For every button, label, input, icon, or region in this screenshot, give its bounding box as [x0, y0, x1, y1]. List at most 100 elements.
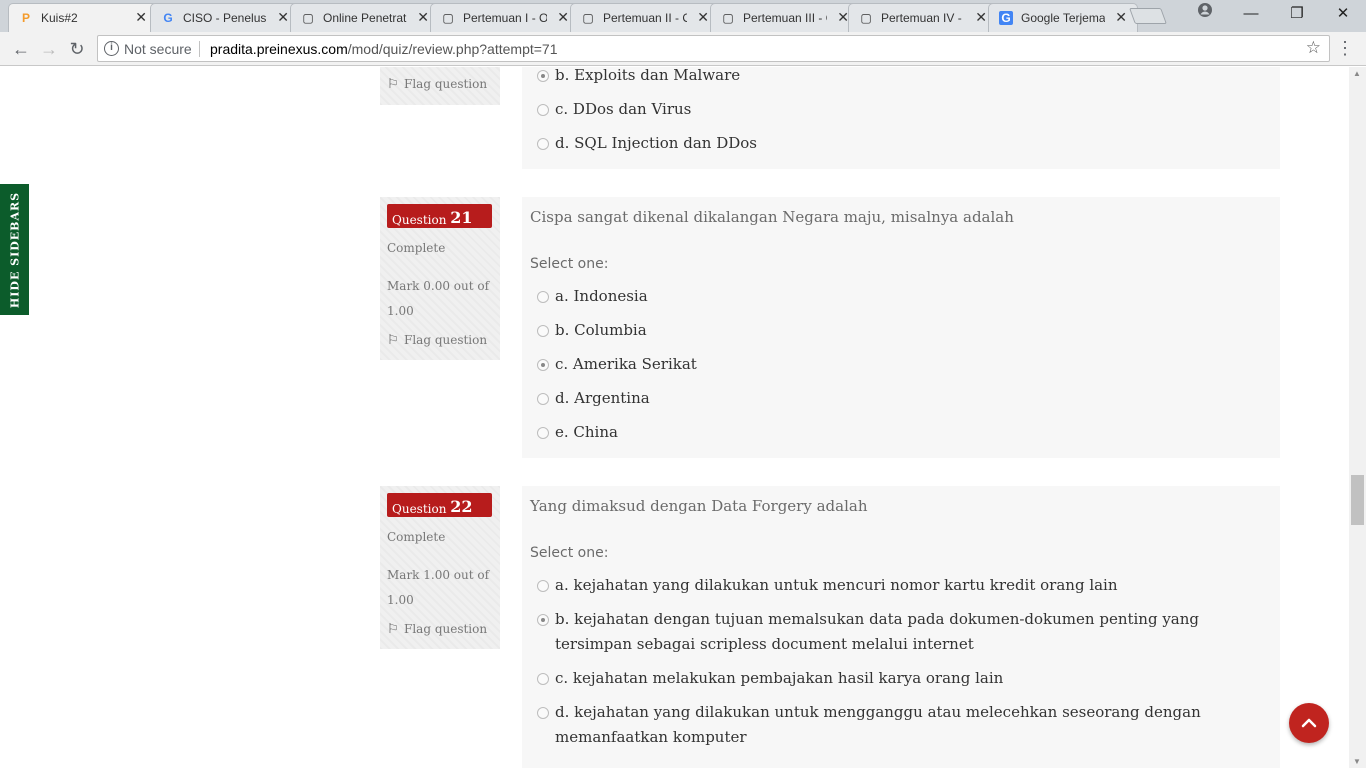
- browser-tab[interactable]: ▢ Online Penetration ✕: [290, 3, 440, 32]
- question-text: Cispa sangat dikenal dikalangan Negara m…: [530, 208, 1014, 226]
- divider: [199, 41, 200, 57]
- forward-icon[interactable]: →: [36, 36, 62, 62]
- option-text: b. Exploits dan Malware: [555, 67, 741, 84]
- flag-question-link[interactable]: ⚐ Flag question: [387, 77, 487, 92]
- hide-sidebars-button[interactable]: HIDE SIDEBARS: [0, 184, 29, 315]
- close-icon[interactable]: ✕: [975, 9, 987, 26]
- flag-label: Flag question: [404, 333, 488, 347]
- radio-button[interactable]: [537, 427, 549, 439]
- option-text: c. DDos dan Virus: [555, 100, 692, 118]
- option-text: d. Argentina: [555, 389, 650, 407]
- tab-title: Pertemuan I - Online: [463, 11, 547, 25]
- flag-question-link[interactable]: ⚐ Flag question: [387, 622, 487, 637]
- question-state: Complete: [387, 241, 446, 255]
- close-icon[interactable]: ✕: [557, 9, 569, 26]
- address-bar[interactable]: i Not secure pradita.preinexus.com/mod/q…: [97, 35, 1330, 62]
- option-text: c. Amerika Serikat: [555, 355, 697, 373]
- radio-button[interactable]: [537, 291, 549, 303]
- flag-icon: ⚐: [387, 333, 399, 348]
- moodle-icon: P: [21, 11, 30, 25]
- browser-tab[interactable]: ▢ Pertemuan II - Online ✕: [570, 3, 720, 32]
- browser-tab[interactable]: ▢ Pertemuan IV - Online ✕: [848, 3, 998, 32]
- select-prompt: Select one:: [530, 256, 609, 272]
- question-label: Question: [392, 213, 447, 227]
- page-scrollbar[interactable]: ▲ ▼: [1349, 67, 1366, 768]
- menu-icon[interactable]: ⋮: [1336, 38, 1354, 60]
- page-viewport: HIDE SIDEBARS ⚐ Flag question b. Exploits…: [0, 67, 1349, 768]
- tab-title: Pertemuan IV - Online: [881, 11, 965, 25]
- flag-question-link[interactable]: ⚐ Flag question: [387, 333, 487, 348]
- question-info: Question 22 Complete Mark 1.00 out of 1.…: [380, 486, 500, 649]
- question-content: Cispa sangat dikenal dikalangan Negara m…: [522, 197, 1280, 458]
- browser-tab[interactable]: G Google Terjemahan ✕: [988, 3, 1138, 32]
- radio-button[interactable]: [537, 614, 549, 626]
- option-text: a. kejahatan yang dilakukan untuk mencur…: [555, 576, 1118, 594]
- option-text: d. kejahatan yang dilakukan untuk mengga…: [555, 703, 1201, 746]
- close-icon[interactable]: ✕: [135, 9, 147, 26]
- radio-button[interactable]: [537, 707, 549, 719]
- security-label[interactable]: Not secure: [124, 41, 192, 57]
- tab-title: Kuis#2: [41, 11, 78, 25]
- tab-strip: P Kuis#2 ✕ G CISO - Penelusuran ✕ ▢ Onli…: [0, 0, 1366, 33]
- option-text: a. Indonesia: [555, 287, 648, 305]
- info-icon[interactable]: i: [104, 41, 119, 56]
- new-tab-button[interactable]: [1129, 8, 1167, 24]
- google-icon: G: [163, 11, 173, 25]
- radio-button[interactable]: [537, 580, 549, 592]
- bookmark-star-icon[interactable]: ☆: [1306, 38, 1321, 58]
- question-info: ⚐ Flag question: [380, 67, 500, 105]
- question-grade: Mark 1.00 out of 1.00: [387, 568, 490, 607]
- option-text: c. kejahatan melakukan pembajakan hasil …: [555, 669, 1004, 687]
- page-icon: ▢: [860, 11, 872, 25]
- translate-icon: G: [999, 11, 1013, 25]
- tab-title: CISO - Penelusuran: [183, 11, 267, 25]
- option-text: b. kejahatan dengan tujuan memalsukan da…: [555, 610, 1200, 653]
- scrollbar-thumb[interactable]: [1351, 475, 1364, 525]
- radio-button[interactable]: [537, 673, 549, 685]
- restore-icon[interactable]: ❐: [1274, 0, 1320, 28]
- address-toolbar: ← → ↻ i Not secure pradita.preinexus.com…: [0, 32, 1366, 66]
- question-text: Yang dimaksud dengan Data Forgery adalah: [530, 497, 868, 515]
- option-text: b. Columbia: [555, 321, 647, 339]
- radio-button[interactable]: [537, 359, 549, 371]
- browser-tab[interactable]: G CISO - Penelusuran ✕: [150, 3, 300, 32]
- radio-button[interactable]: [537, 104, 549, 116]
- close-icon[interactable]: ✕: [417, 9, 429, 26]
- close-icon[interactable]: ✕: [277, 9, 289, 26]
- radio-button[interactable]: [537, 70, 549, 82]
- back-icon[interactable]: ←: [8, 36, 34, 62]
- browser-tab[interactable]: P Kuis#2 ✕: [8, 3, 158, 33]
- page-icon: ▢: [442, 11, 454, 25]
- profile-icon[interactable]: [1182, 0, 1228, 28]
- browser-tab[interactable]: ▢ Pertemuan III - Online ✕: [710, 3, 860, 32]
- close-icon[interactable]: ✕: [697, 9, 709, 26]
- url-path: /mod/quiz/review.php?attempt=71: [347, 41, 558, 57]
- radio-button[interactable]: [537, 138, 549, 150]
- option-text: e. China: [555, 423, 618, 441]
- select-prompt: Select one:: [530, 545, 609, 561]
- scroll-up-icon[interactable]: ▲: [1353, 69, 1361, 78]
- url-text[interactable]: pradita.preinexus.com/mod/quiz/review.ph…: [210, 41, 558, 57]
- window-close-icon[interactable]: ✕: [1320, 0, 1366, 28]
- question-state: Complete: [387, 530, 446, 544]
- minimize-icon[interactable]: —: [1228, 0, 1274, 28]
- radio-button[interactable]: [537, 393, 549, 405]
- browser-tab[interactable]: ▢ Pertemuan I - Online ✕: [430, 3, 580, 32]
- flag-label: Flag question: [404, 77, 488, 91]
- tab-title: Online Penetration: [323, 11, 407, 25]
- question-number: 22: [450, 497, 473, 516]
- reload-icon[interactable]: ↻: [64, 36, 90, 62]
- question-label: Question: [392, 502, 447, 516]
- question-number: 21: [450, 208, 473, 227]
- question-grade: Mark 0.00 out of 1.00: [387, 279, 490, 318]
- back-to-top-button[interactable]: [1289, 703, 1329, 743]
- page-icon: ▢: [722, 11, 734, 25]
- page-icon: ▢: [302, 11, 314, 25]
- close-icon[interactable]: ✕: [1115, 9, 1127, 26]
- question-info: Question 21 Complete Mark 0.00 out of 1.…: [380, 197, 500, 360]
- tab-title: Google Terjemahan: [1021, 11, 1105, 25]
- flag-icon: ⚐: [387, 622, 399, 637]
- chevron-up-icon: [1301, 718, 1317, 728]
- scroll-down-icon[interactable]: ▼: [1353, 757, 1361, 766]
- radio-button[interactable]: [537, 325, 549, 337]
